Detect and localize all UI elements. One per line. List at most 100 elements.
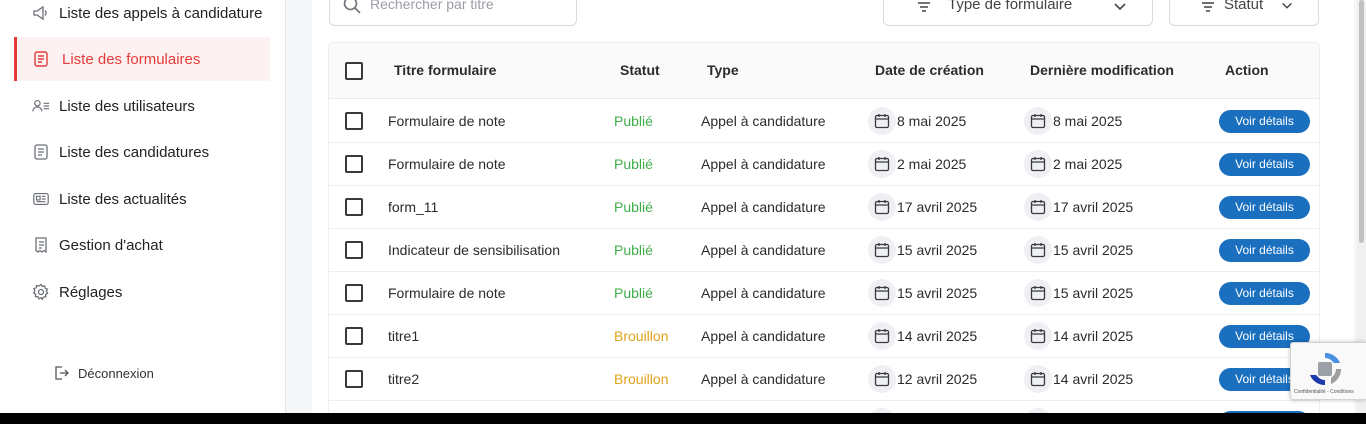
calendar-icon bbox=[868, 322, 896, 350]
row-checkbox[interactable] bbox=[345, 327, 363, 345]
created-date: 12 avril 2025 bbox=[897, 371, 978, 387]
type-filter-dropdown[interactable]: Type de formulaire bbox=[883, 0, 1153, 26]
calendar-icon bbox=[1024, 365, 1052, 393]
view-details-button[interactable]: Voir détails bbox=[1219, 282, 1310, 305]
created-date: 8 mai 2025 bbox=[897, 113, 967, 129]
created-date: 15 avril 2025 bbox=[897, 242, 978, 258]
header-title: Titre formulaire bbox=[394, 62, 497, 78]
calendar-icon bbox=[868, 107, 896, 135]
calendar-icon bbox=[1024, 408, 1052, 413]
row-checkbox[interactable] bbox=[345, 155, 363, 173]
form-type: Appel à candidature bbox=[701, 199, 826, 215]
row-checkbox[interactable] bbox=[345, 370, 363, 388]
row-checkbox[interactable] bbox=[345, 198, 363, 216]
created-date: 14 avril 2025 bbox=[897, 328, 978, 344]
sidebar-item-reglages[interactable]: Réglages bbox=[14, 270, 270, 314]
viewport: Liste des appels à candidature Liste des … bbox=[0, 0, 1366, 413]
modified-date: 14 avril 2025 bbox=[1053, 328, 1134, 344]
recaptcha-badge[interactable]: Confidentialité - Conditions bbox=[1290, 342, 1366, 400]
modified-date: 15 avril 2025 bbox=[1053, 242, 1134, 258]
chevron-down-icon bbox=[1282, 2, 1292, 9]
sidebar-item-gestion-d-achat[interactable]: Gestion d'achat bbox=[14, 223, 270, 267]
calendar-icon bbox=[868, 193, 896, 221]
megaphone-icon bbox=[32, 4, 50, 22]
row-checkbox[interactable] bbox=[345, 241, 363, 259]
form-type: Appel à candidature bbox=[701, 113, 826, 129]
status-filter-dropdown[interactable]: Statut bbox=[1169, 0, 1319, 26]
view-details-button[interactable]: Voir détails bbox=[1219, 411, 1310, 413]
sidebar-item-label: Liste des formulaires bbox=[62, 50, 201, 68]
filter-icon bbox=[918, 2, 930, 12]
form-list-icon bbox=[32, 50, 50, 68]
search-box[interactable] bbox=[329, 0, 577, 26]
scrollbar-thumb[interactable] bbox=[1359, 0, 1364, 243]
calendar-icon bbox=[868, 279, 896, 307]
header-action: Action bbox=[1225, 62, 1269, 78]
form-title: Formulaire de note bbox=[388, 285, 506, 301]
form-title: Formulaire de note bbox=[388, 113, 506, 129]
modified-date: 2 mai 2025 bbox=[1053, 156, 1123, 172]
created-date: 17 avril 2025 bbox=[897, 199, 978, 215]
sidebar-item-label: Liste des utilisateurs bbox=[59, 97, 195, 115]
forms-table: Titre formulaire Statut Type Date de cré… bbox=[328, 42, 1320, 413]
form-title: Formulaire de note bbox=[388, 156, 506, 172]
sidebar-item-liste-des-formulaires[interactable]: Liste des formulaires bbox=[14, 37, 270, 81]
users-icon bbox=[32, 97, 50, 115]
created-date: 15 avril 2025 bbox=[897, 285, 978, 301]
sidebar: Liste des appels à candidature Liste des … bbox=[0, 0, 286, 413]
table-row: titre2 Brouillon Appel à candidature 12 avr… bbox=[329, 358, 1319, 401]
modified-date: 17 avril 2025 bbox=[1053, 199, 1134, 215]
recaptcha-text: Confidentialité - Conditions bbox=[1294, 389, 1354, 395]
calendar-icon bbox=[868, 150, 896, 178]
form-title: titre2 bbox=[388, 371, 420, 387]
calendar-icon bbox=[868, 408, 896, 413]
status-badge: Publié bbox=[614, 199, 653, 215]
document-icon bbox=[32, 143, 50, 161]
view-details-button[interactable]: Voir détails bbox=[1219, 110, 1310, 133]
calendar-icon bbox=[868, 365, 896, 393]
view-details-button[interactable]: Voir détails bbox=[1219, 239, 1310, 262]
sidebar-item-liste-des-actualites[interactable]: Liste des actualités bbox=[14, 177, 270, 221]
sidebar-item-liste-des-appels-a-candidature[interactable]: Liste des appels à candidature bbox=[14, 0, 270, 35]
form-type: Appel à candidature bbox=[701, 328, 826, 344]
view-details-button[interactable]: Voir détails bbox=[1219, 196, 1310, 219]
form-title: titre1 bbox=[388, 328, 420, 344]
sidebar-item-liste-des-candidatures[interactable]: Liste des candidatures bbox=[14, 130, 270, 174]
table-row: Formulaire de note Publié Appel à candidat… bbox=[329, 272, 1319, 315]
calendar-icon bbox=[1024, 107, 1052, 135]
created-date: 2 mai 2025 bbox=[897, 156, 967, 172]
table-row: Formulaire de note Publié Appel à candidat… bbox=[329, 143, 1319, 186]
table-row: Indicateur de sensibilisation Publié Appel… bbox=[329, 229, 1319, 272]
status-badge: Publié bbox=[614, 285, 653, 301]
gear-icon bbox=[32, 283, 50, 301]
row-checkbox[interactable] bbox=[345, 112, 363, 130]
header-created: Date de création bbox=[875, 62, 984, 78]
table-row: Formulaire de note Publié Appel à candidat… bbox=[329, 100, 1319, 143]
calendar-icon bbox=[1024, 236, 1052, 264]
sidebar-item-label: Liste des candidatures bbox=[59, 143, 210, 161]
logout-button[interactable]: Déconnexion bbox=[52, 362, 154, 384]
table-row: BrouillonAppel à candidatureVoir détails bbox=[329, 401, 1319, 413]
status-badge: Publié bbox=[614, 113, 653, 129]
search-input[interactable] bbox=[370, 0, 565, 17]
recaptcha-icon bbox=[1310, 352, 1342, 386]
form-type: Appel à candidature bbox=[701, 156, 826, 172]
status-badge: Brouillon bbox=[614, 328, 669, 344]
status-badge: Publié bbox=[614, 242, 653, 258]
sidebar-item-liste-des-utilisateurs[interactable]: Liste des utilisateurs bbox=[14, 84, 270, 128]
modified-date: 8 mai 2025 bbox=[1053, 113, 1123, 129]
type-filter-label: Type de formulaire bbox=[948, 0, 1073, 13]
form-type: Appel à candidature bbox=[701, 242, 826, 258]
header-type: Type bbox=[707, 62, 739, 78]
view-details-button[interactable]: Voir détails bbox=[1219, 153, 1310, 176]
header-modified: Dernière modification bbox=[1030, 62, 1174, 78]
calendar-icon bbox=[1024, 193, 1052, 221]
select-all-checkbox[interactable] bbox=[345, 62, 363, 80]
calendar-icon bbox=[1024, 150, 1052, 178]
form-type: Appel à candidature bbox=[701, 371, 826, 387]
form-title: form_11 bbox=[388, 199, 439, 215]
sidebar-item-label: Liste des appels à candidature bbox=[59, 4, 263, 22]
form-type: Appel à candidature bbox=[701, 285, 826, 301]
row-checkbox[interactable] bbox=[345, 284, 363, 302]
receipt-icon bbox=[32, 236, 50, 254]
